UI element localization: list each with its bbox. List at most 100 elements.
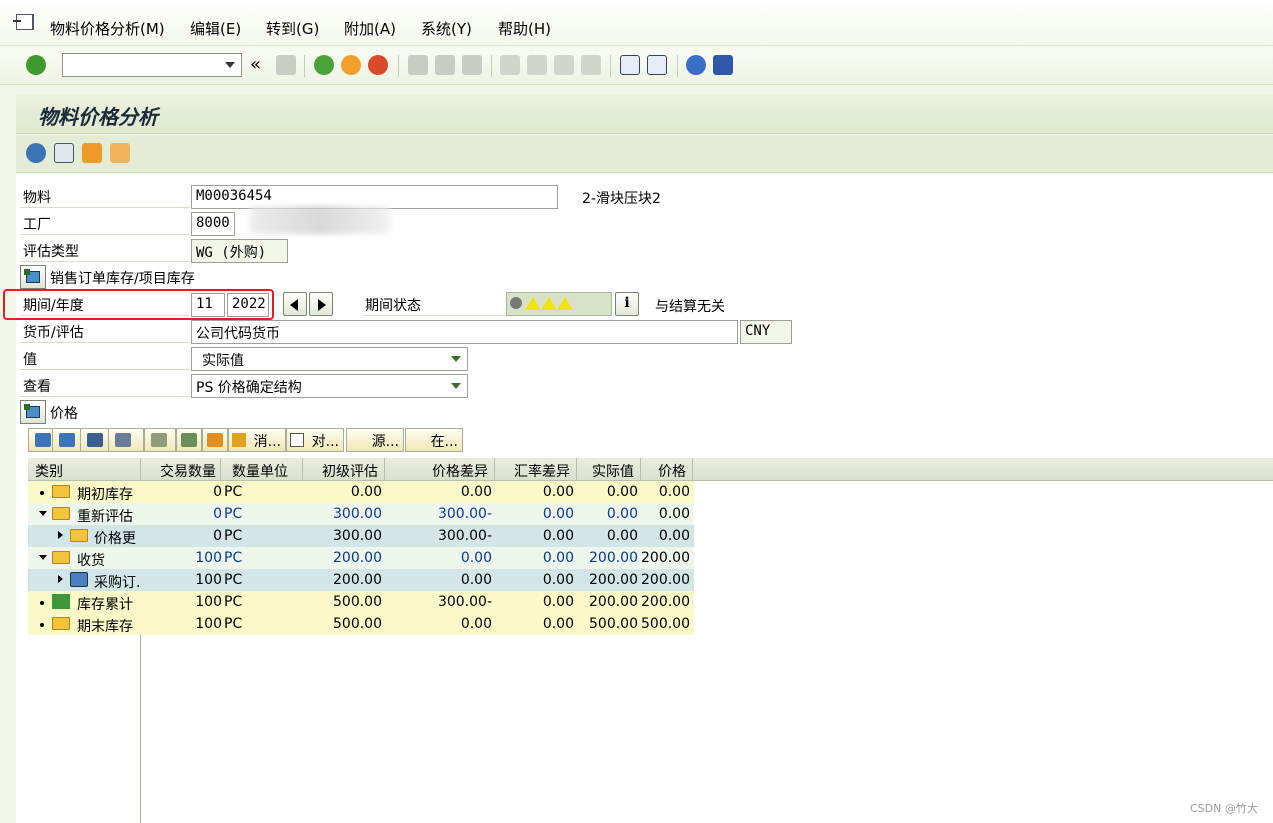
column-header-quantity[interactable]: 交易数量	[140, 461, 216, 481]
hierarchy-icon[interactable]	[82, 143, 102, 163]
table-row[interactable]: 采购订. 100 PC 200.00 0.00 0.00 200.00 200.…	[28, 569, 694, 591]
in-button-label: 在...	[430, 434, 458, 450]
arrow-left-icon	[290, 299, 298, 311]
find-next-icon[interactable]	[462, 55, 482, 75]
currency-label: 货币/评估	[23, 325, 84, 341]
expand-caret-icon[interactable]	[58, 531, 63, 539]
column-header-category[interactable]: 类别	[35, 461, 63, 481]
row-actual-value: 0.00	[606, 528, 638, 544]
back-icon[interactable]	[314, 55, 334, 75]
last-page-icon[interactable]	[581, 55, 601, 75]
new-session-icon[interactable]	[620, 55, 640, 75]
previous-page-icon[interactable]	[527, 55, 547, 75]
plant-label-row: 工厂	[20, 212, 190, 235]
menu-help[interactable]: 帮助(H)	[498, 18, 551, 39]
compare-button[interactable]: 对...	[286, 428, 344, 452]
next-period-button[interactable]	[309, 292, 333, 316]
prices-label: 价格	[50, 406, 78, 422]
row-primary-valuation: 300.00	[333, 528, 382, 544]
row-exchange-difference: 0.00	[542, 550, 574, 566]
refresh-icon[interactable]	[26, 143, 46, 163]
row-unit: PC	[224, 550, 243, 566]
value-select[interactable]: 实际值	[191, 347, 468, 371]
menu-system[interactable]: 系统(Y)	[421, 18, 472, 39]
hierarchy-button[interactable]	[202, 428, 228, 452]
column-header-exchange-difference[interactable]: 汇率差异	[494, 461, 570, 481]
row-exchange-difference: 0.00	[542, 572, 574, 588]
column-header-price[interactable]: 价格	[640, 461, 686, 481]
save-icon[interactable]	[276, 55, 296, 75]
consumption-button[interactable]: 消...	[228, 428, 286, 452]
collapse-all-button[interactable]	[52, 428, 82, 452]
menu-goto[interactable]: 转到(G)	[266, 18, 319, 39]
row-actual-value: 0.00	[606, 484, 638, 500]
chevron-down-icon[interactable]	[451, 356, 461, 362]
row-price-difference: 0.00	[460, 616, 492, 632]
table-row[interactable]: 期初库存 0 PC 0.00 0.00 0.00 0.00 0.00	[28, 481, 694, 503]
previous-period-button[interactable]	[283, 292, 307, 316]
find-button[interactable]	[80, 428, 110, 452]
layout-button[interactable]	[144, 428, 176, 452]
row-unit: PC	[224, 506, 243, 522]
document-icon[interactable]	[110, 143, 130, 163]
column-header-primary-valuation[interactable]: 初级评估	[302, 461, 378, 481]
view-label-row: 查看	[20, 374, 190, 397]
column-header-price-difference[interactable]: 价格差异	[384, 461, 488, 481]
cancel-icon[interactable]	[368, 55, 388, 75]
table-row[interactable]: 重新评估 0 PC 300.00 300.00- 0.00 0.00 0.00	[28, 503, 694, 525]
chevron-down-icon[interactable]	[225, 62, 235, 68]
toolbar-separator	[610, 55, 611, 77]
source-button[interactable]: 源...	[346, 428, 404, 452]
row-quantity: 100	[195, 594, 222, 610]
layout-menu-icon[interactable]	[713, 55, 733, 75]
column-header-actual-value[interactable]: 实际值	[576, 461, 634, 481]
consumption-button-label: 消...	[253, 434, 281, 450]
sales-order-stock-toggle[interactable]	[20, 265, 46, 289]
find-icon[interactable]	[435, 55, 455, 75]
view-select[interactable]: PS 价格确定结构	[191, 374, 468, 398]
list-icon[interactable]	[54, 143, 74, 163]
enter-icon[interactable]	[26, 55, 46, 75]
expand-caret-icon[interactable]	[58, 575, 63, 583]
value-label: 值	[23, 352, 37, 368]
exit-icon[interactable]	[341, 55, 361, 75]
bullet-icon	[40, 491, 44, 495]
material-description: 2-滑块压块2	[582, 191, 661, 207]
currency-input[interactable]: 公司代码货币	[191, 320, 738, 344]
menu-extras[interactable]: 附加(A)	[344, 18, 396, 39]
help-icon[interactable]	[686, 55, 706, 75]
menu-exit-icon[interactable]	[13, 14, 34, 30]
next-page-icon[interactable]	[554, 55, 574, 75]
row-price: 0.00	[658, 506, 690, 522]
menu-material-price-analysis[interactable]: 物料价格分析(M)	[50, 18, 165, 39]
first-page-icon[interactable]	[500, 55, 520, 75]
scroll-icon	[232, 433, 246, 447]
print-button[interactable]	[108, 428, 144, 452]
chevron-down-icon[interactable]	[451, 383, 461, 389]
row-price: 0.00	[658, 528, 690, 544]
table-row[interactable]: 期末库存 100 PC 500.00 0.00 0.00 500.00 500.…	[28, 613, 694, 635]
collapse-caret-icon[interactable]	[39, 511, 47, 516]
info-button[interactable]: i	[615, 292, 639, 316]
row-category: 重新评估	[77, 509, 133, 525]
plant-input[interactable]: 8000	[191, 212, 235, 236]
shortcut-icon[interactable]	[647, 55, 667, 75]
command-field[interactable]	[62, 53, 242, 77]
prices-toggle[interactable]	[20, 400, 46, 424]
column-header-unit[interactable]: 数量单位	[220, 461, 288, 481]
menu-edit[interactable]: 编辑(E)	[190, 18, 241, 39]
table-row[interactable]: 收货 100 PC 200.00 0.00 0.00 200.00 200.00	[28, 547, 694, 569]
row-quantity: 100	[195, 572, 222, 588]
print-icon[interactable]	[408, 55, 428, 75]
bullet-icon	[40, 623, 44, 627]
in-button[interactable]: 在...	[405, 428, 463, 452]
table-row[interactable]: 价格更 0 PC 300.00 300.00- 0.00 0.00 0.00	[28, 525, 694, 547]
row-primary-valuation: 0.00	[350, 484, 382, 500]
view-label: 查看	[23, 379, 51, 395]
collapse-caret-icon[interactable]	[39, 555, 47, 560]
purchase-order-icon	[70, 572, 88, 587]
valuation-type-input[interactable]: WG (外购)	[191, 239, 288, 263]
collapse-icon[interactable]: «	[250, 54, 261, 75]
details-button[interactable]	[176, 428, 202, 452]
table-row[interactable]: 库存累计 100 PC 500.00 300.00- 0.00 200.00 2…	[28, 591, 694, 613]
